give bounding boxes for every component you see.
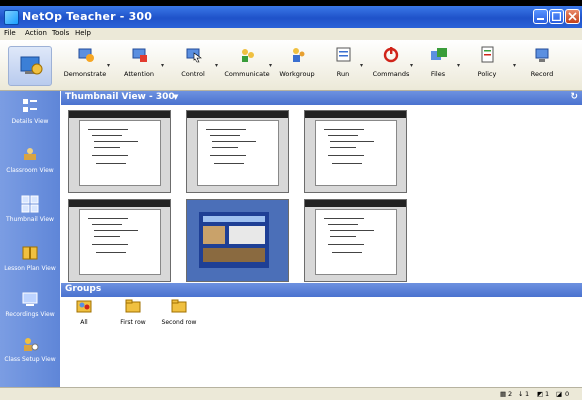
sidebar-item-label: Details View bbox=[11, 118, 49, 125]
close-button[interactable] bbox=[565, 9, 580, 24]
thumbnail-pane-title: Thumbnail View - 300 bbox=[65, 92, 175, 102]
sidebar-item-label: Recordings View bbox=[5, 311, 55, 318]
record-label: Record bbox=[530, 70, 554, 78]
menu-action[interactable]: Action bbox=[25, 29, 47, 37]
student-thumbnail[interactable] bbox=[68, 199, 171, 282]
recordings-icon bbox=[22, 292, 38, 306]
student-thumbnail[interactable] bbox=[304, 110, 407, 193]
sidebar-item-class-setup-view[interactable]: Class Setup View bbox=[0, 335, 60, 364]
menu-file[interactable]: File bbox=[4, 29, 16, 37]
commands-button[interactable]: Commands bbox=[366, 46, 416, 86]
status-count-attention: 1 bbox=[545, 390, 550, 398]
attention-button[interactable]: Attention bbox=[114, 46, 164, 86]
groups-pane-title: Groups bbox=[65, 284, 102, 294]
status-control-icon: ◪ bbox=[556, 390, 563, 398]
record-button[interactable]: Record bbox=[517, 46, 567, 86]
class-setup-icon bbox=[24, 338, 39, 351]
workgroup-button[interactable]: Workgroup bbox=[272, 46, 322, 86]
record-icon bbox=[535, 48, 549, 62]
run-icon bbox=[336, 47, 351, 62]
files-icon bbox=[431, 48, 447, 60]
demonstrate-button[interactable]: Demonstrate bbox=[60, 46, 110, 86]
details-view-icon bbox=[23, 99, 37, 112]
status-count-students: 2 bbox=[508, 390, 513, 398]
teacher-icon bbox=[20, 56, 43, 75]
toolbar-main-button[interactable] bbox=[8, 46, 52, 86]
student-thumbnail[interactable] bbox=[68, 110, 171, 193]
demonstrate-dropdown-icon[interactable]: ▾ bbox=[107, 62, 110, 69]
sidebar-item-classroom-view[interactable]: Classroom View bbox=[0, 146, 60, 175]
commands-icon bbox=[383, 47, 399, 63]
student-thumbnail-selected[interactable] bbox=[186, 199, 289, 282]
demonstrate-label: Demonstrate bbox=[63, 70, 107, 78]
chevron-down-icon[interactable]: ▼ bbox=[173, 93, 178, 101]
policy-label: Policy bbox=[477, 70, 497, 78]
group-all[interactable]: All bbox=[72, 297, 96, 326]
files-dropdown-icon[interactable]: ▾ bbox=[457, 62, 460, 69]
attention-icon bbox=[132, 48, 147, 62]
group-first-row[interactable]: First row bbox=[113, 297, 153, 326]
app-logo-icon bbox=[4, 10, 19, 25]
sidebar-item-thumbnail-view[interactable]: Thumbnail View bbox=[0, 195, 60, 224]
minimize-icon bbox=[537, 18, 544, 20]
files-button[interactable]: Files bbox=[413, 46, 463, 86]
control-button[interactable]: Control bbox=[168, 46, 218, 86]
sidebar-item-label: Classroom View bbox=[6, 167, 54, 174]
toolbar: Demonstrate ▾ Attention ▾ Control ▾ Comm… bbox=[0, 40, 582, 91]
thumbnail-view-icon bbox=[21, 195, 39, 213]
status-bar: ▦ 2 ↓ 1 ◩ 1 ◪ 0 bbox=[0, 387, 582, 400]
workgroup-icon bbox=[293, 48, 305, 62]
communicate-icon bbox=[242, 49, 254, 62]
attention-dropdown-icon[interactable]: ▾ bbox=[161, 62, 164, 69]
demonstrate-icon bbox=[78, 48, 94, 62]
menu-tools[interactable]: Tools bbox=[52, 29, 69, 37]
control-dropdown-icon[interactable]: ▾ bbox=[215, 62, 218, 69]
status-count-demonstrate: 1 bbox=[525, 390, 530, 398]
policy-icon bbox=[481, 46, 494, 63]
student-thumbnail[interactable] bbox=[186, 110, 289, 193]
policy-button[interactable]: Policy bbox=[462, 46, 512, 86]
group-label: Second row bbox=[161, 319, 197, 326]
status-attention-icon: ◩ bbox=[537, 390, 544, 398]
sidebar-item-label: Class Setup View bbox=[4, 356, 56, 363]
sidebar-item-details-view[interactable]: Details View bbox=[0, 97, 60, 126]
policy-dropdown-icon[interactable]: ▾ bbox=[513, 62, 516, 69]
thumbnail-pane-header: Thumbnail View - 300 ▼ ↻ bbox=[61, 91, 582, 105]
classroom-view-icon bbox=[24, 148, 36, 160]
sidebar-item-label: Lesson Plan View bbox=[4, 265, 56, 272]
minimize-button[interactable] bbox=[533, 9, 548, 24]
group-icon bbox=[76, 300, 92, 313]
menu-help[interactable]: Help bbox=[75, 29, 91, 37]
refresh-icon[interactable]: ↻ bbox=[570, 92, 578, 102]
folder-icon bbox=[171, 299, 187, 313]
control-icon bbox=[186, 48, 202, 63]
status-demonstrate-icon: ↓ bbox=[518, 390, 524, 398]
group-label: All bbox=[80, 319, 88, 326]
status-students-icon: ▦ bbox=[500, 390, 507, 398]
status-count-control: 0 bbox=[565, 390, 570, 398]
maximize-button[interactable] bbox=[549, 9, 564, 24]
sidebar-item-recordings-view[interactable]: Recordings View bbox=[0, 290, 60, 319]
menu-bar: File Action Tools Help bbox=[0, 28, 582, 40]
group-label: First row bbox=[120, 319, 146, 326]
sidebar-item-lesson-plan-view[interactable]: Lesson Plan View bbox=[0, 244, 60, 273]
student-thumbnail[interactable] bbox=[304, 199, 407, 282]
group-second-row[interactable]: Second row bbox=[157, 297, 201, 326]
communicate-button[interactable]: Communicate bbox=[222, 46, 272, 86]
folder-icon bbox=[125, 299, 141, 313]
close-icon bbox=[568, 12, 577, 21]
title-bar[interactable]: NetOp Teacher - 300 bbox=[0, 6, 582, 28]
window-title: NetOp Teacher - 300 bbox=[22, 10, 153, 23]
maximize-icon bbox=[552, 12, 561, 21]
groups-pane-header: Groups bbox=[61, 283, 582, 297]
view-sidebar: Details View Classroom View Thumbnail Vi… bbox=[0, 91, 60, 387]
run-dropdown-icon[interactable]: ▾ bbox=[360, 62, 363, 69]
lesson-plan-icon bbox=[22, 246, 38, 260]
main-pane: Thumbnail View - 300 ▼ ↻ Groups All Firs… bbox=[61, 91, 582, 387]
control-label: Control bbox=[181, 70, 205, 78]
attention-label: Attention bbox=[124, 70, 154, 78]
sidebar-item-label: Thumbnail View bbox=[6, 216, 54, 223]
